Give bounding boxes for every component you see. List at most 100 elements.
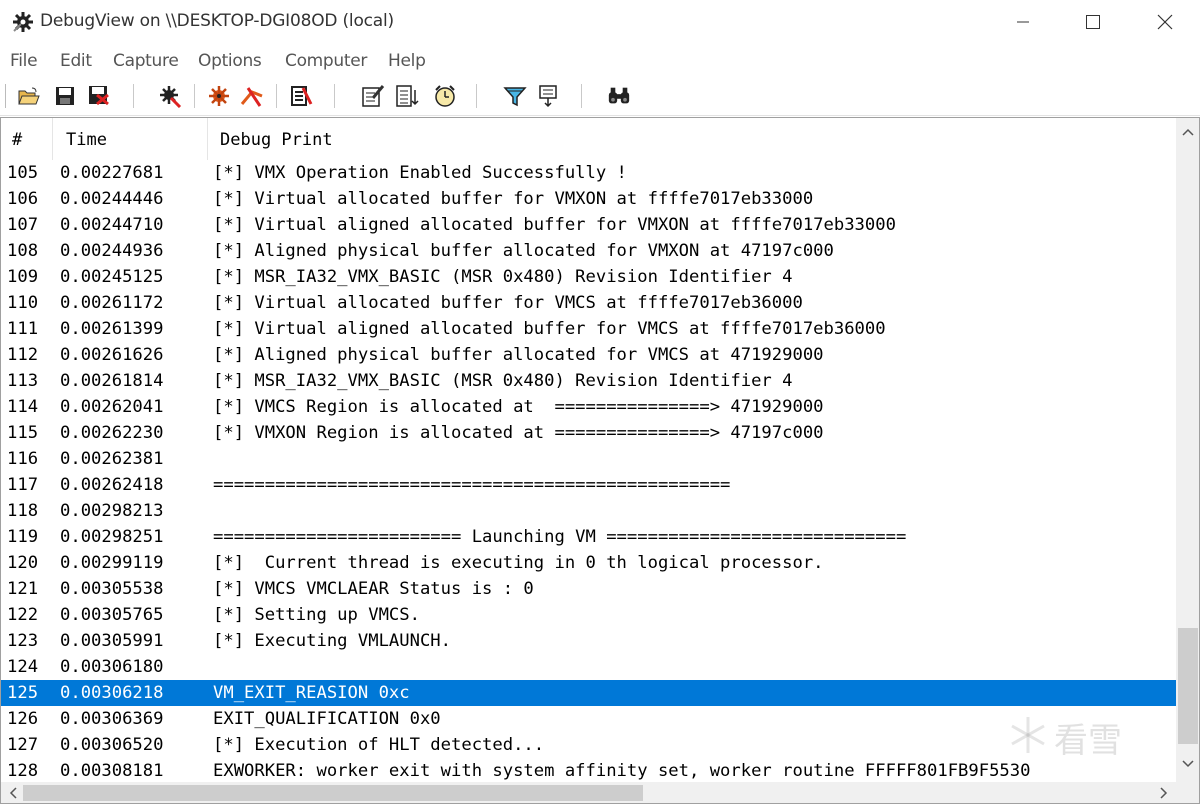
list-row[interactable]: 123 0.00305991 [*] Executing VMLAUNCH.	[1, 628, 1176, 654]
row-number: 120	[7, 553, 39, 573]
menu-file[interactable]: File	[10, 51, 38, 71]
row-message: ======================== Launching VM ==…	[213, 527, 907, 547]
row-time: 0.00298213	[60, 501, 164, 521]
toolbar-separator	[476, 84, 478, 108]
row-message: [*] Executing VMLAUNCH.	[213, 631, 451, 651]
list-row[interactable]: 125 0.00306218 VM_EXIT_REASION 0xc	[1, 680, 1176, 706]
row-message: ========================================…	[213, 475, 731, 495]
save-as-icon[interactable]	[87, 84, 111, 108]
watermark: 看雪	[1008, 709, 1168, 761]
row-number: 112	[7, 345, 39, 365]
list-row[interactable]: 120 0.00299119 [*] Current thread is execu…	[1, 550, 1176, 576]
list-rows: 105 0.00227681 [*] VMX Operation Enabled S…	[1, 160, 1176, 782]
row-number: 124	[7, 657, 39, 677]
list-row[interactable]: 115 0.00262230 [*] VMXON Region is allocat…	[1, 420, 1176, 446]
row-time: 0.00298251	[60, 527, 164, 547]
autoscroll-icon[interactable]	[289, 84, 313, 108]
minimize-icon[interactable]	[988, 0, 1058, 44]
clear-display-icon[interactable]	[361, 84, 385, 108]
list-row[interactable]: 119 0.00298251 ======================== La…	[1, 524, 1176, 550]
open-icon[interactable]	[17, 84, 41, 108]
row-message: [*] MSR_IA32_VMX_BASIC (MSR 0x480) Revis…	[213, 371, 793, 391]
scrollbar-corner	[1176, 782, 1199, 803]
list-row[interactable]: 108 0.00244936 [*] Aligned physical buffer…	[1, 238, 1176, 264]
row-message: EXIT_QUALIFICATION 0x0	[213, 709, 441, 729]
row-time: 0.00305765	[60, 605, 164, 625]
list-row[interactable]: 114 0.00262041 [*] VMCS Region is allocate…	[1, 394, 1176, 420]
capture-icon[interactable]	[158, 84, 182, 108]
column-header-debug-print[interactable]: Debug Print	[208, 118, 1176, 160]
row-number: 106	[7, 189, 39, 209]
horizontal-scrollbar[interactable]	[1, 781, 1176, 803]
row-number: 117	[7, 475, 39, 495]
list-row[interactable]: 112 0.00261626 [*] Aligned physical buffer…	[1, 342, 1176, 368]
up-arrow-icon[interactable]	[1176, 120, 1199, 144]
row-message: [*] VMCS VMCLAEAR Status is : 0	[213, 579, 534, 599]
row-time: 0.00244710	[60, 215, 164, 235]
horizontal-scroll-thumb[interactable]	[23, 785, 643, 801]
toolbar	[0, 76, 1200, 116]
menu-options[interactable]: Options	[198, 51, 262, 71]
save-icon[interactable]	[53, 84, 77, 108]
toolbar-separator	[334, 84, 336, 108]
list-row[interactable]: 121 0.00305538 [*] VMCS VMCLAEAR Status is…	[1, 576, 1176, 602]
row-number: 125	[7, 683, 39, 703]
debug-output-list[interactable]: # Time Debug Print 105 0.00227681 [*] VMX …	[0, 117, 1200, 804]
menu-edit[interactable]: Edit	[60, 51, 92, 71]
down-arrow-icon[interactable]	[1176, 752, 1199, 776]
capture-passthrough-icon[interactable]	[240, 84, 264, 108]
vertical-scrollbar[interactable]	[1176, 118, 1199, 782]
history-depth-icon[interactable]	[537, 84, 561, 108]
list-row[interactable]: 124 0.00306180	[1, 654, 1176, 680]
row-number: 119	[7, 527, 39, 547]
row-number: 110	[7, 293, 39, 313]
left-arrow-icon[interactable]	[1, 781, 25, 803]
list-row[interactable]: 113 0.00261814 [*] MSR_IA32_VMX_BASIC (MSR…	[1, 368, 1176, 394]
row-number: 115	[7, 423, 39, 443]
list-row[interactable]: 105 0.00227681 [*] VMX Operation Enabled S…	[1, 160, 1176, 186]
debugview-gear-icon[interactable]	[12, 11, 34, 33]
row-number: 116	[7, 449, 39, 469]
row-number: 113	[7, 371, 39, 391]
toolbar-grip[interactable]	[5, 84, 7, 108]
row-time: 0.00244446	[60, 189, 164, 209]
row-time: 0.00262230	[60, 423, 164, 443]
row-number: 121	[7, 579, 39, 599]
list-row[interactable]: 106 0.00244446 [*] Virtual allocated buffe…	[1, 186, 1176, 212]
list-row[interactable]: 110 0.00261172 [*] Virtual allocated buffe…	[1, 290, 1176, 316]
list-row[interactable]: 107 0.00244710 [*] Virtual aligned allocat…	[1, 212, 1176, 238]
close-icon[interactable]	[1130, 0, 1200, 44]
menu-help[interactable]: Help	[388, 51, 426, 71]
list-row[interactable]: 111 0.00261399 [*] Virtual aligned allocat…	[1, 316, 1176, 342]
list-row[interactable]: 126 0.00306369 EXIT_QUALIFICATION 0x0	[1, 706, 1176, 732]
time-format-icon[interactable]	[395, 84, 419, 108]
vertical-scroll-thumb[interactable]	[1178, 628, 1198, 744]
menu-capture[interactable]: Capture	[113, 51, 179, 71]
list-row[interactable]: 127 0.00306520 [*] Execution of HLT detect…	[1, 732, 1176, 758]
filter-highlight-icon[interactable]	[503, 84, 527, 108]
find-icon[interactable]	[607, 84, 631, 108]
title-bar[interactable]: DebugView on \\DESKTOP-DGI08OD (local)	[0, 0, 1200, 44]
list-row[interactable]: 122 0.00305765 [*] Setting up VMCS.	[1, 602, 1176, 628]
list-row[interactable]: 116 0.00262381	[1, 446, 1176, 472]
column-header-number[interactable]: #	[1, 118, 53, 160]
list-row[interactable]: 117 0.00262418 ===========================…	[1, 472, 1176, 498]
row-time: 0.00306180	[60, 657, 164, 677]
row-time: 0.00262041	[60, 397, 164, 417]
right-arrow-icon[interactable]	[1152, 781, 1176, 803]
list-row[interactable]: 128 0.00308181 EXWORKER: worker exit with …	[1, 758, 1176, 782]
list-row[interactable]: 118 0.00298213	[1, 498, 1176, 524]
list-row[interactable]: 109 0.00245125 [*] MSR_IA32_VMX_BASIC (MSR…	[1, 264, 1176, 290]
column-header-time[interactable]: Time	[53, 118, 208, 160]
capture-kernel-icon[interactable]	[207, 84, 231, 108]
maximize-icon[interactable]	[1058, 0, 1128, 44]
row-time: 0.00261814	[60, 371, 164, 391]
row-time: 0.00262418	[60, 475, 164, 495]
clock-time-icon[interactable]	[433, 84, 457, 108]
row-number: 114	[7, 397, 39, 417]
row-message: [*] VMCS Region is allocated at ========…	[213, 397, 824, 417]
menu-computer[interactable]: Computer	[285, 51, 367, 71]
watermark-text: 看雪	[1054, 721, 1122, 761]
window-title: DebugView on \\DESKTOP-DGI08OD (local)	[40, 11, 394, 31]
row-number: 118	[7, 501, 39, 521]
